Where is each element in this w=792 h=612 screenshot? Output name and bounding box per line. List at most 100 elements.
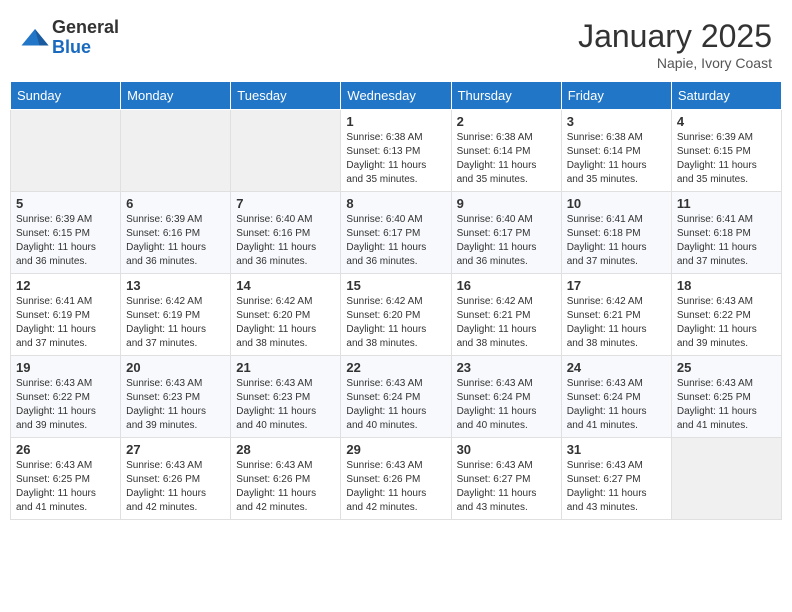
day-info: Sunrise: 6:38 AMSunset: 6:13 PMDaylight:… — [346, 131, 445, 187]
day-info: Sunrise: 6:42 AMSunset: 6:20 PMDaylight:… — [236, 295, 335, 351]
day-number: 27 — [126, 442, 225, 457]
logo: General Blue — [20, 18, 119, 58]
calendar-week-row: 1 Sunrise: 6:38 AMSunset: 6:13 PMDaylight… — [11, 110, 782, 192]
logo-blue-text: Blue — [52, 38, 119, 58]
day-number: 21 — [236, 360, 335, 375]
calendar-header-row: SundayMondayTuesdayWednesdayThursdayFrid… — [11, 82, 782, 110]
day-number: 11 — [677, 196, 776, 211]
calendar-day-header: Wednesday — [341, 82, 451, 110]
day-number: 25 — [677, 360, 776, 375]
title-section: January 2025 Napie, Ivory Coast — [578, 18, 772, 71]
logo-icon — [20, 23, 50, 53]
day-info: Sunrise: 6:39 AMSunset: 6:16 PMDaylight:… — [126, 213, 225, 269]
logo-text: General Blue — [52, 18, 119, 58]
day-number: 31 — [567, 442, 666, 457]
calendar-day-header: Thursday — [451, 82, 561, 110]
calendar-day-cell: 24 Sunrise: 6:43 AMSunset: 6:24 PMDayligh… — [561, 356, 671, 438]
day-info: Sunrise: 6:40 AMSunset: 6:16 PMDaylight:… — [236, 213, 335, 269]
day-number: 29 — [346, 442, 445, 457]
day-number: 9 — [457, 196, 556, 211]
day-number: 17 — [567, 278, 666, 293]
day-info: Sunrise: 6:41 AMSunset: 6:18 PMDaylight:… — [567, 213, 666, 269]
day-number: 20 — [126, 360, 225, 375]
calendar-day-cell: 28Sunrise: 6:43 AMSunset: 6:26 PMDayligh… — [231, 438, 341, 520]
calendar-day-header: Tuesday — [231, 82, 341, 110]
location-text: Napie, Ivory Coast — [578, 55, 772, 71]
day-info: Sunrise: 6:43 AMSunset: 6:26 PMDaylight:… — [126, 459, 225, 515]
day-info: Sunrise: 6:40 AMSunset: 6:17 PMDaylight:… — [457, 213, 556, 269]
calendar-day-cell: 11 Sunrise: 6:41 AMSunset: 6:18 PMDayligh… — [671, 192, 781, 274]
calendar-day-header: Saturday — [671, 82, 781, 110]
day-info: Sunrise: 6:43 AMSunset: 6:24 PMDaylight:… — [457, 377, 556, 433]
day-info: Sunrise: 6:43 AMSunset: 6:25 PMDaylight:… — [16, 459, 115, 515]
calendar-day-cell: 17 Sunrise: 6:42 AMSunset: 6:21 PMDayligh… — [561, 274, 671, 356]
day-info: Sunrise: 6:43 AMSunset: 6:23 PMDaylight:… — [126, 377, 225, 433]
day-info: Sunrise: 6:43 AMSunset: 6:27 PMDaylight:… — [567, 459, 666, 515]
day-info: Sunrise: 6:43 AMSunset: 6:27 PMDaylight:… — [457, 459, 556, 515]
day-info: Sunrise: 6:43 AMSunset: 6:25 PMDaylight:… — [677, 377, 776, 433]
calendar-day-cell: 31 Sunrise: 6:43 AMSunset: 6:27 PMDayligh… — [561, 438, 671, 520]
calendar-day-cell: 6 Sunrise: 6:39 AMSunset: 6:16 PMDaylight… — [121, 192, 231, 274]
day-number: 12 — [16, 278, 115, 293]
day-info: Sunrise: 6:39 AMSunset: 6:15 PMDaylight:… — [677, 131, 776, 187]
day-info: Sunrise: 6:40 AMSunset: 6:17 PMDaylight:… — [346, 213, 445, 269]
calendar-day-cell: 22 Sunrise: 6:43 AMSunset: 6:24 PMDayligh… — [341, 356, 451, 438]
day-number: 1 — [346, 114, 445, 129]
calendar-day-header: Monday — [121, 82, 231, 110]
calendar-day-cell — [231, 110, 341, 192]
calendar-week-row: 12 Sunrise: 6:41 AMSunset: 6:19 PMDayligh… — [11, 274, 782, 356]
calendar-day-cell: 23 Sunrise: 6:43 AMSunset: 6:24 PMDayligh… — [451, 356, 561, 438]
calendar-day-cell: 15Sunrise: 6:42 AMSunset: 6:20 PMDayligh… — [341, 274, 451, 356]
calendar-day-cell: 14 Sunrise: 6:42 AMSunset: 6:20 PMDayligh… — [231, 274, 341, 356]
calendar-day-cell — [121, 110, 231, 192]
day-info: Sunrise: 6:38 AMSunset: 6:14 PMDaylight:… — [567, 131, 666, 187]
calendar-day-header: Sunday — [11, 82, 121, 110]
calendar-day-cell: 29 Sunrise: 6:43 AMSunset: 6:26 PMDayligh… — [341, 438, 451, 520]
day-number: 22 — [346, 360, 445, 375]
day-number: 3 — [567, 114, 666, 129]
day-number: 7 — [236, 196, 335, 211]
day-info: Sunrise: 6:43 AMSunset: 6:26 PMDaylight:… — [236, 459, 335, 515]
day-number: 16 — [457, 278, 556, 293]
calendar-day-cell — [11, 110, 121, 192]
day-number: 26 — [16, 442, 115, 457]
calendar-day-cell: 8 Sunrise: 6:40 AMSunset: 6:17 PMDaylight… — [341, 192, 451, 274]
calendar-day-cell: 3 Sunrise: 6:38 AMSunset: 6:14 PMDaylight… — [561, 110, 671, 192]
calendar-day-cell — [671, 438, 781, 520]
day-info: Sunrise: 6:41 AMSunset: 6:18 PMDaylight:… — [677, 213, 776, 269]
calendar-day-cell: 20 Sunrise: 6:43 AMSunset: 6:23 PMDayligh… — [121, 356, 231, 438]
calendar-day-cell: 19Sunrise: 6:43 AMSunset: 6:22 PMDayligh… — [11, 356, 121, 438]
day-info: Sunrise: 6:43 AMSunset: 6:24 PMDaylight:… — [346, 377, 445, 433]
day-info: Sunrise: 6:43 AMSunset: 6:24 PMDaylight:… — [567, 377, 666, 433]
calendar-day-cell: 30Sunrise: 6:43 AMSunset: 6:27 PMDayligh… — [451, 438, 561, 520]
calendar-day-cell: 1 Sunrise: 6:38 AMSunset: 6:13 PMDaylight… — [341, 110, 451, 192]
day-number: 2 — [457, 114, 556, 129]
day-info: Sunrise: 6:43 AMSunset: 6:26 PMDaylight:… — [346, 459, 445, 515]
calendar-week-row: 5 Sunrise: 6:39 AMSunset: 6:15 PMDaylight… — [11, 192, 782, 274]
day-number: 6 — [126, 196, 225, 211]
day-number: 8 — [346, 196, 445, 211]
calendar-day-cell: 27 Sunrise: 6:43 AMSunset: 6:26 PMDayligh… — [121, 438, 231, 520]
day-number: 19 — [16, 360, 115, 375]
day-info: Sunrise: 6:39 AMSunset: 6:15 PMDaylight:… — [16, 213, 115, 269]
calendar-day-cell: 10Sunrise: 6:41 AMSunset: 6:18 PMDayligh… — [561, 192, 671, 274]
month-title: January 2025 — [578, 18, 772, 55]
day-info: Sunrise: 6:43 AMSunset: 6:22 PMDaylight:… — [677, 295, 776, 351]
day-number: 23 — [457, 360, 556, 375]
day-info: Sunrise: 6:42 AMSunset: 6:21 PMDaylight:… — [567, 295, 666, 351]
calendar-day-cell: 18Sunrise: 6:43 AMSunset: 6:22 PMDayligh… — [671, 274, 781, 356]
calendar-table: SundayMondayTuesdayWednesdayThursdayFrid… — [10, 81, 782, 520]
page-header: General Blue January 2025 Napie, Ivory C… — [10, 10, 782, 75]
day-number: 15 — [346, 278, 445, 293]
day-number: 24 — [567, 360, 666, 375]
calendar-week-row: 19Sunrise: 6:43 AMSunset: 6:22 PMDayligh… — [11, 356, 782, 438]
day-info: Sunrise: 6:38 AMSunset: 6:14 PMDaylight:… — [457, 131, 556, 187]
calendar-day-cell: 7 Sunrise: 6:40 AMSunset: 6:16 PMDaylight… — [231, 192, 341, 274]
day-number: 14 — [236, 278, 335, 293]
calendar-day-cell: 9 Sunrise: 6:40 AMSunset: 6:17 PMDaylight… — [451, 192, 561, 274]
day-info: Sunrise: 6:42 AMSunset: 6:21 PMDaylight:… — [457, 295, 556, 351]
calendar-day-cell: 2 Sunrise: 6:38 AMSunset: 6:14 PMDaylight… — [451, 110, 561, 192]
day-info: Sunrise: 6:41 AMSunset: 6:19 PMDaylight:… — [16, 295, 115, 351]
calendar-day-header: Friday — [561, 82, 671, 110]
day-number: 5 — [16, 196, 115, 211]
